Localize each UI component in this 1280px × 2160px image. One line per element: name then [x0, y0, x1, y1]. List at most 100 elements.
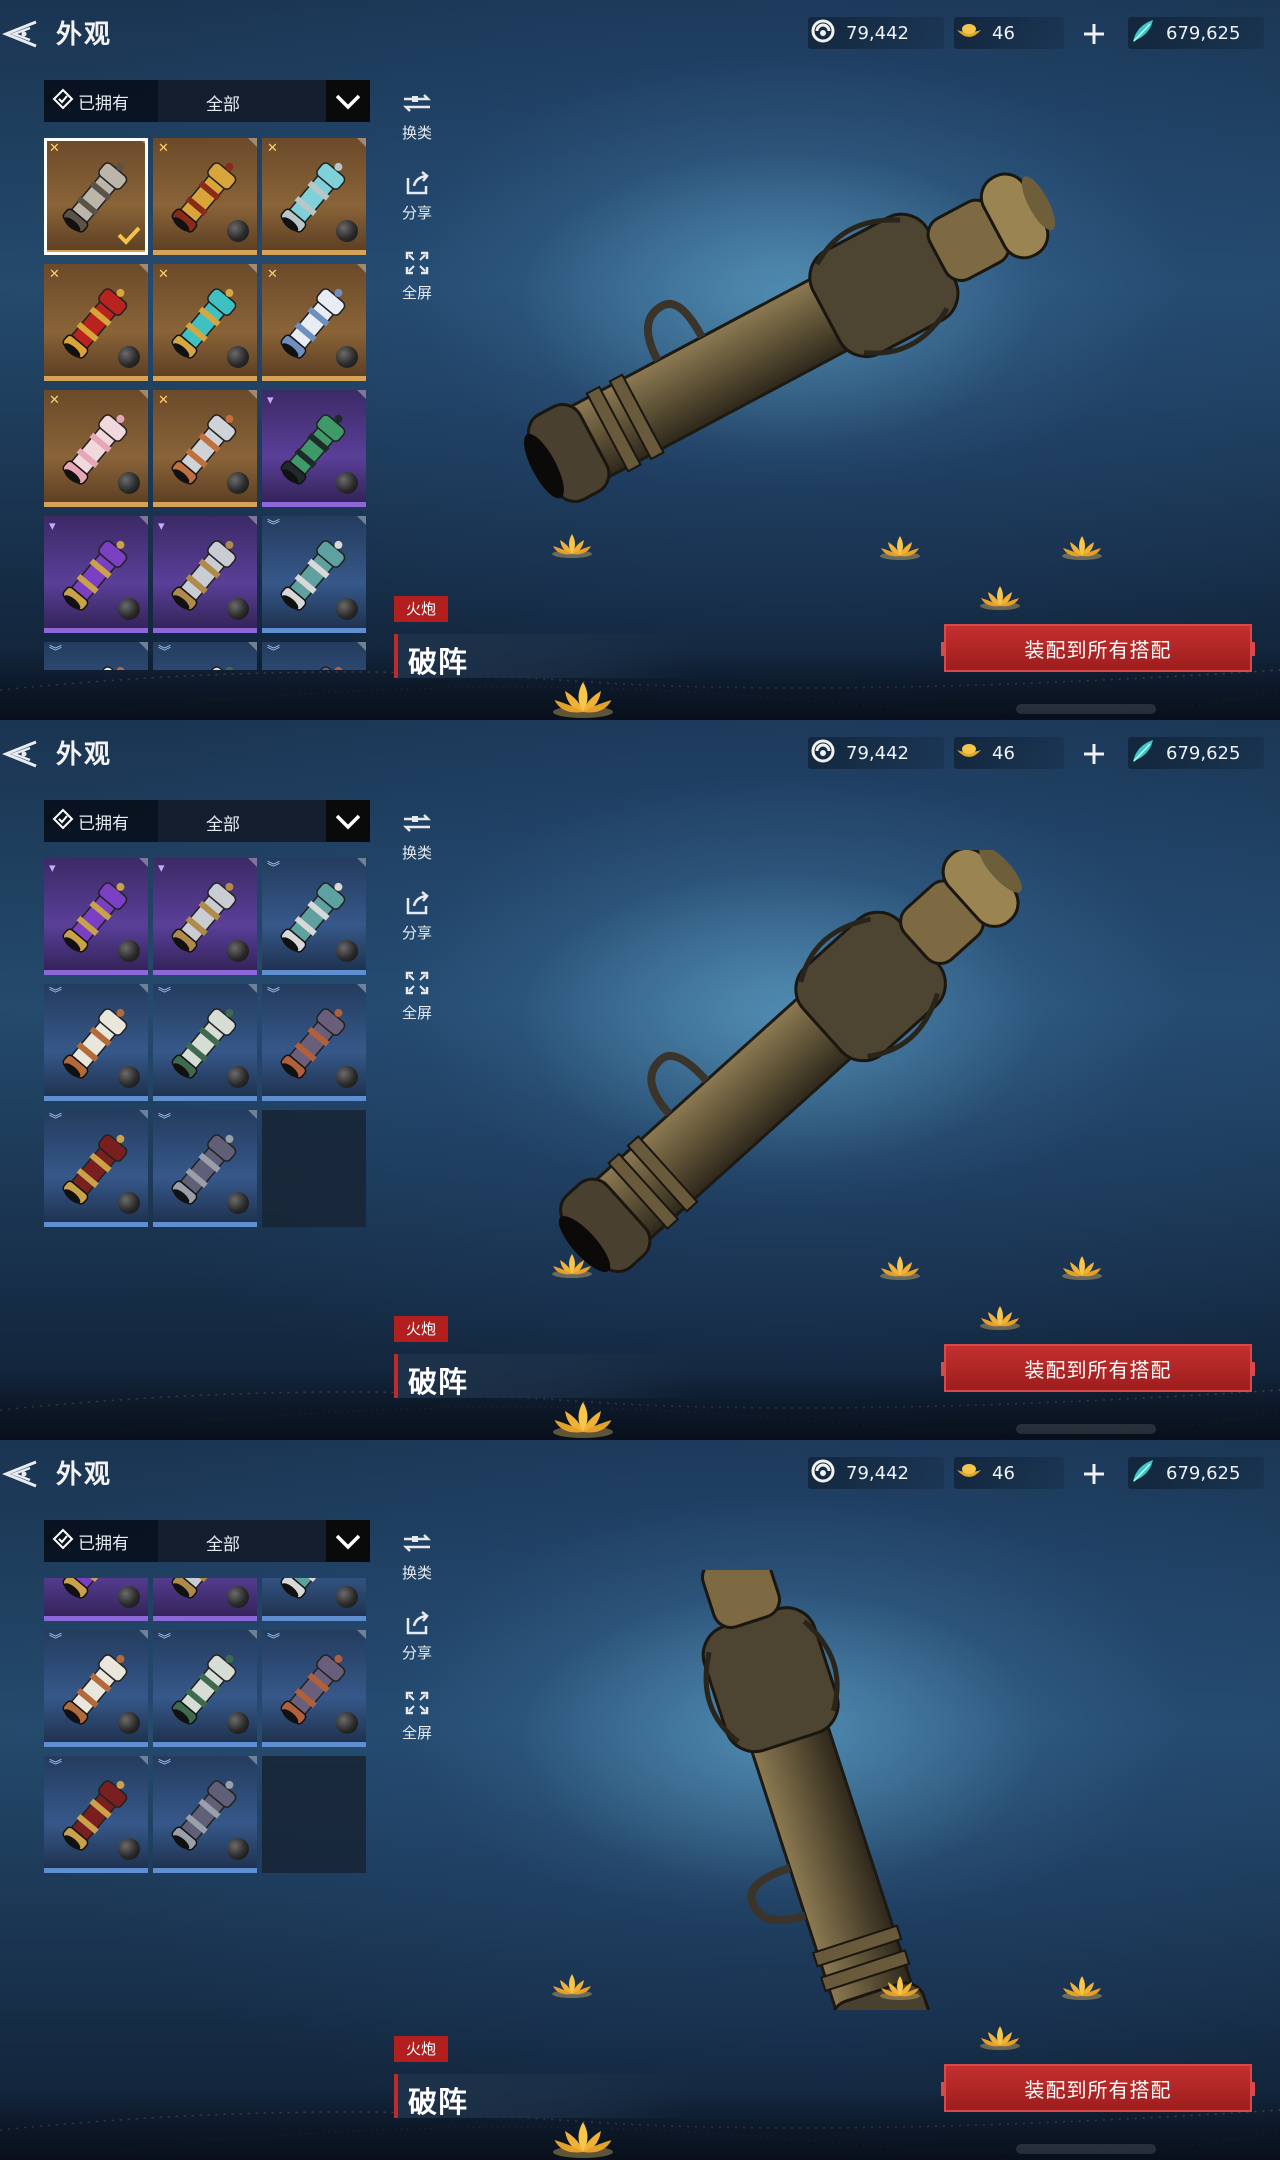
skin-item[interactable]: ✕ — [44, 138, 148, 255]
tool-switch-category-button[interactable]: 换类 — [390, 88, 444, 158]
skin-item[interactable]: ✕ — [44, 264, 148, 381]
back-button[interactable] — [0, 14, 42, 54]
corner-mark-icon — [139, 1630, 148, 1639]
cannonball-orb-icon — [336, 598, 358, 620]
skin-grid-viewport[interactable]: ✕✕✕✕✕✕✕✕▾▾▾︾︾︾︾︾︾ — [44, 138, 374, 670]
skin-item[interactable]: ✕ — [44, 390, 148, 507]
category-dropdown-value: 全部 — [206, 1535, 240, 1555]
skin-item[interactable]: ︾ — [44, 1630, 148, 1747]
skin-item[interactable]: ▾ — [262, 390, 366, 507]
skin-item[interactable]: ▾ — [153, 1578, 257, 1621]
skin-item[interactable]: ︾ — [153, 642, 257, 670]
cannonball-orb-icon — [118, 1192, 140, 1214]
category-dropdown[interactable]: 全部 — [158, 1520, 370, 1562]
skin-item[interactable]: ︾ — [44, 984, 148, 1101]
cannonball-orb-icon — [336, 940, 358, 962]
skin-item[interactable]: ︾ — [153, 984, 257, 1101]
plus-icon — [1078, 744, 1110, 774]
skin-item[interactable]: ︾ — [262, 984, 366, 1101]
back-button[interactable] — [0, 734, 42, 774]
tool-label: 全屏 — [401, 284, 432, 302]
item-name: 破阵 — [408, 645, 469, 679]
owned-filter-label: 已拥有 — [78, 1533, 129, 1554]
skin-item[interactable]: ▾ — [44, 1578, 148, 1621]
cannonball-orb-icon — [227, 220, 249, 242]
owned-filter-toggle[interactable]: 已拥有 — [44, 800, 158, 842]
skin-item[interactable]: ▾ — [153, 516, 257, 633]
tool-switch-category-button[interactable]: 换类 — [390, 808, 444, 878]
chevron-down-icon[interactable] — [326, 1520, 370, 1562]
owned-filter-toggle[interactable]: 已拥有 — [44, 80, 158, 122]
skin-grid-viewport[interactable]: ✕✕✕✕✕✕✕✕▾▾▾︾︾︾︾︾︾ — [44, 1578, 374, 2110]
corner-mark-icon — [248, 1630, 257, 1639]
skin-item[interactable]: ︾ — [153, 1110, 257, 1227]
cannon-model[interactable] — [440, 130, 1160, 570]
add-currency-button[interactable] — [1078, 738, 1110, 770]
skin-item[interactable]: ︾ — [153, 1756, 257, 1873]
filter-bar: 已拥有 全部 — [44, 800, 370, 842]
corner-mark-icon — [248, 984, 257, 993]
skin-grid-viewport[interactable]: ✕✕✕✕✕✕✕✕▾▾▾︾︾︾︾︾︾ — [44, 858, 374, 1390]
cannonball-orb-icon — [227, 472, 249, 494]
corner-mark-icon — [357, 1630, 366, 1639]
skin-item[interactable]: ✕ — [153, 138, 257, 255]
tool-fullscreen-button[interactable]: 全屏 — [390, 248, 444, 318]
tool-share-button[interactable]: 分享 — [390, 888, 444, 958]
button-edge-decor — [1250, 642, 1255, 656]
chevron-down-icon[interactable] — [326, 800, 370, 842]
skin-item[interactable]: ✕ — [153, 390, 257, 507]
category-dropdown[interactable]: 全部 — [158, 800, 370, 842]
lotus-lamp-icon — [978, 2022, 1022, 2052]
category-dropdown-value: 全部 — [206, 95, 240, 115]
button-edge-decor — [941, 2082, 946, 2096]
skin-item[interactable]: ✕ — [153, 264, 257, 381]
top-bar: 外观 79,442 46 679,625 — [0, 1440, 1280, 1506]
skin-item[interactable]: ︾ — [44, 1110, 148, 1227]
tool-fullscreen-button[interactable]: 全屏 — [390, 968, 444, 1038]
skin-item[interactable]: ︾ — [262, 1578, 366, 1621]
skin-item[interactable]: ︾ — [262, 858, 366, 975]
skin-item[interactable]: ︾ — [44, 642, 148, 670]
currency-value: 46 — [992, 742, 1015, 764]
skin-item[interactable]: ︾ — [153, 1630, 257, 1747]
skin-item[interactable]: ︾ — [262, 516, 366, 633]
share-icon — [390, 168, 444, 198]
tool-switch-category-button[interactable]: 换类 — [390, 1528, 444, 1598]
equip-all-button[interactable]: 装配到所有搭配 — [941, 624, 1255, 672]
cannon-showcase — [440, 1499, 1160, 2062]
skin-item[interactable]: ︾ — [44, 1756, 148, 1873]
owned-filter-label: 已拥有 — [78, 93, 129, 114]
corner-mark-icon — [248, 390, 257, 399]
skin-item[interactable]: ︾ — [262, 1630, 366, 1747]
skin-grid: ✕✕✕✕✕✕✕✕▾▾▾︾︾︾︾︾︾ — [44, 858, 366, 1227]
currency-jade-feather: 679,625 — [1128, 737, 1264, 769]
cannon-showcase — [440, 846, 1160, 1290]
skin-item[interactable]: ✕ — [262, 264, 366, 381]
tool-fullscreen-button[interactable]: 全屏 — [390, 1688, 444, 1758]
equip-all-button[interactable]: 装配到所有搭配 — [941, 2064, 1255, 2112]
skin-item[interactable]: ▾ — [44, 858, 148, 975]
equip-all-button[interactable]: 装配到所有搭配 — [941, 1344, 1255, 1392]
corner-mark-icon — [139, 858, 148, 867]
add-currency-button[interactable] — [1078, 1458, 1110, 1490]
skin-item[interactable]: ▾ — [153, 858, 257, 975]
back-button[interactable] — [0, 1454, 42, 1494]
add-currency-button[interactable] — [1078, 18, 1110, 50]
corner-mark-icon — [357, 858, 366, 867]
cannon-model[interactable] — [440, 1499, 1160, 2062]
cannon-model[interactable] — [440, 846, 1160, 1290]
skin-item[interactable]: ✕ — [262, 138, 366, 255]
tool-label: 分享 — [401, 204, 432, 222]
tool-label: 全屏 — [401, 1004, 432, 1022]
skin-item[interactable]: ︾ — [262, 642, 366, 670]
skin-item[interactable]: ▾ — [44, 516, 148, 633]
switch-category-icon — [390, 808, 444, 838]
tool-share-button[interactable]: 分享 — [390, 168, 444, 238]
owned-filter-toggle[interactable]: 已拥有 — [44, 1520, 158, 1562]
category-dropdown[interactable]: 全部 — [158, 80, 370, 122]
appearance-panel: 外观 79,442 46 679,625 已拥有 全部 ✕✕✕✕✕✕✕✕▾▾▾︾︾︾︾︾︾ 换… — [0, 0, 1280, 720]
corner-mark-icon — [357, 390, 366, 399]
corner-mark-icon — [139, 264, 148, 273]
chevron-down-icon[interactable] — [326, 80, 370, 122]
tool-share-button[interactable]: 分享 — [390, 1608, 444, 1678]
